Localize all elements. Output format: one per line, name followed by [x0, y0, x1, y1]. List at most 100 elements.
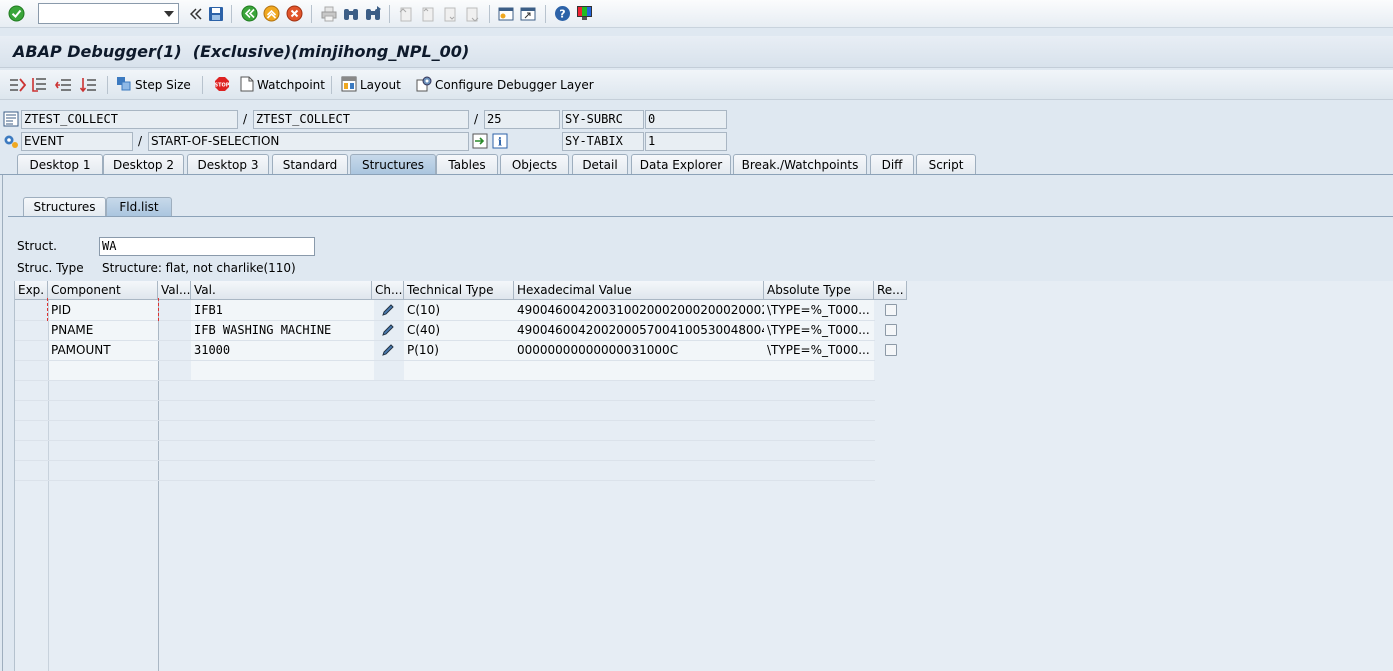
- header-value-change[interactable]: Val...: [158, 281, 191, 300]
- tab-desktop-3[interactable]: Desktop 3: [187, 154, 269, 175]
- layout-button[interactable]: Layout: [341, 76, 401, 94]
- tab-standard[interactable]: Standard: [272, 154, 348, 175]
- re-checkbox[interactable]: [885, 324, 899, 344]
- table-row[interactable]: PAMOUNT: [48, 340, 158, 360]
- edit-pencil-icon[interactable]: [372, 320, 404, 340]
- print-icon[interactable]: [320, 5, 337, 22]
- tab-data-explorer[interactable]: Data Explorer: [631, 154, 731, 175]
- find-icon[interactable]: [342, 5, 359, 22]
- system-toolbar: ?: [0, 0, 1393, 28]
- hex-value-cell: 00000000000000031000C: [517, 343, 679, 357]
- tab-break-watchpoints[interactable]: Break./Watchpoints: [733, 154, 867, 175]
- configure-debugger-layer-button[interactable]: Configure Debugger Layer: [416, 76, 594, 94]
- sy-tabix-value: 1: [645, 132, 727, 151]
- separator: /: [138, 134, 143, 148]
- struct-type-label: Struc. Type: [17, 261, 84, 275]
- continue-icon[interactable]: [80, 76, 97, 93]
- include-field: ZTEST_COLLECT: [253, 110, 469, 129]
- edit-pencil-icon[interactable]: [372, 340, 404, 360]
- main-tabstrip: Desktop 1 Desktop 2 Desktop 3 Standard S…: [0, 154, 1393, 175]
- watchpoint-button[interactable]: Watchpoint: [240, 76, 325, 94]
- configure-icon: [416, 76, 432, 95]
- header-re[interactable]: Re...: [874, 281, 907, 300]
- command-field[interactable]: [38, 3, 179, 24]
- layout-label: Layout: [360, 78, 401, 92]
- next-page-icon[interactable]: [441, 5, 458, 22]
- application-toolbar: Step Size STOP Watchpoint Layout Configu…: [0, 70, 1393, 100]
- header-hex-value[interactable]: Hexadecimal Value: [514, 281, 764, 300]
- program-icon: [3, 111, 19, 127]
- header-absolute-type[interactable]: Absolute Type: [764, 281, 874, 300]
- command-input[interactable]: [39, 4, 157, 23]
- execute-icon[interactable]: [32, 76, 49, 93]
- struct-input[interactable]: WA: [99, 237, 315, 256]
- subtab-field-list[interactable]: Fld.list: [106, 197, 172, 217]
- hex-value-cell: 490046004200200057004100530048004900...: [517, 323, 764, 337]
- header-expand[interactable]: Exp.: [15, 281, 48, 300]
- enter-icon[interactable]: [8, 5, 25, 22]
- tab-objects[interactable]: Objects: [500, 154, 569, 175]
- last-page-icon[interactable]: [463, 5, 480, 22]
- event-icon: [3, 133, 19, 149]
- exit-icon[interactable]: [263, 5, 280, 22]
- value-cell[interactable]: IFB WASHING MACHINE: [191, 320, 372, 340]
- absolute-type-cell: \TYPE=%_T000...: [767, 303, 870, 317]
- tab-desktop-1[interactable]: Desktop 1: [17, 154, 103, 175]
- component-cell: PAMOUNT: [51, 343, 111, 357]
- back-double-icon[interactable]: [187, 5, 204, 22]
- configure-label: Configure Debugger Layer: [435, 78, 594, 92]
- tab-script[interactable]: Script: [916, 154, 976, 175]
- re-checkbox[interactable]: [885, 304, 899, 324]
- stop-button[interactable]: STOP: [214, 76, 230, 94]
- svg-text:i: i: [498, 136, 502, 149]
- previous-page-icon[interactable]: [419, 5, 436, 22]
- tab-tables[interactable]: Tables: [436, 154, 498, 175]
- step-size-label: Step Size: [135, 78, 191, 92]
- edit-pencil-icon[interactable]: [372, 300, 404, 320]
- technical-type-cell: C(40): [407, 323, 441, 337]
- dropdown-icon[interactable]: [159, 4, 178, 23]
- sy-tabix-label: SY-TABIX: [562, 132, 644, 151]
- line-field: 25: [484, 110, 560, 129]
- first-page-icon[interactable]: [397, 5, 414, 22]
- event-type-field: EVENT: [21, 132, 133, 151]
- sy-subrc-label: SY-SUBRC: [562, 110, 644, 129]
- find-next-icon[interactable]: [364, 5, 381, 22]
- single-step-icon[interactable]: [9, 76, 26, 93]
- layout-icon: [341, 76, 357, 95]
- shortcut-icon[interactable]: [519, 5, 536, 22]
- stop-icon: STOP: [214, 76, 230, 95]
- svg-text:?: ?: [559, 8, 565, 21]
- table-row[interactable]: PNAME: [48, 320, 158, 340]
- tab-structures[interactable]: Structures: [350, 154, 436, 175]
- help-icon[interactable]: ?: [554, 5, 571, 22]
- tab-diff[interactable]: Diff: [870, 154, 914, 175]
- absolute-type-cell: \TYPE=%_T000...: [767, 323, 870, 337]
- tab-detail[interactable]: Detail: [572, 154, 628, 175]
- window-title: ABAP Debugger(1) (Exclusive)(minjihong_N…: [13, 42, 470, 61]
- subtab-structures[interactable]: Structures: [23, 197, 106, 217]
- header-change[interactable]: Ch...: [372, 281, 404, 300]
- value-cell[interactable]: IFB1: [191, 300, 372, 320]
- technical-type-cell: C(10): [407, 303, 441, 317]
- info-icon[interactable]: i: [492, 133, 508, 149]
- re-checkbox[interactable]: [885, 344, 899, 364]
- tab-desktop-2[interactable]: Desktop 2: [103, 154, 184, 175]
- cell-focus-marker: [47, 298, 159, 321]
- value-cell[interactable]: 31000: [191, 340, 372, 360]
- create-session-icon[interactable]: [497, 5, 514, 22]
- back-icon[interactable]: [241, 5, 258, 22]
- return-icon[interactable]: [55, 76, 72, 93]
- cancel-icon[interactable]: [286, 5, 303, 22]
- technical-type-cell: P(10): [407, 343, 439, 357]
- sy-subrc-value: 0: [645, 110, 727, 129]
- customize-layout-icon[interactable]: [576, 5, 593, 22]
- step-size-button[interactable]: Step Size: [116, 76, 191, 94]
- struct-type-value: Structure: flat, not charlike(110): [102, 261, 296, 275]
- component-cell: PNAME: [51, 323, 94, 337]
- separator: /: [243, 112, 248, 126]
- header-value[interactable]: Val.: [191, 281, 372, 300]
- header-technical-type[interactable]: Technical Type: [404, 281, 514, 300]
- save-icon[interactable]: [207, 5, 224, 22]
- navigate-to-source-icon[interactable]: [472, 133, 488, 149]
